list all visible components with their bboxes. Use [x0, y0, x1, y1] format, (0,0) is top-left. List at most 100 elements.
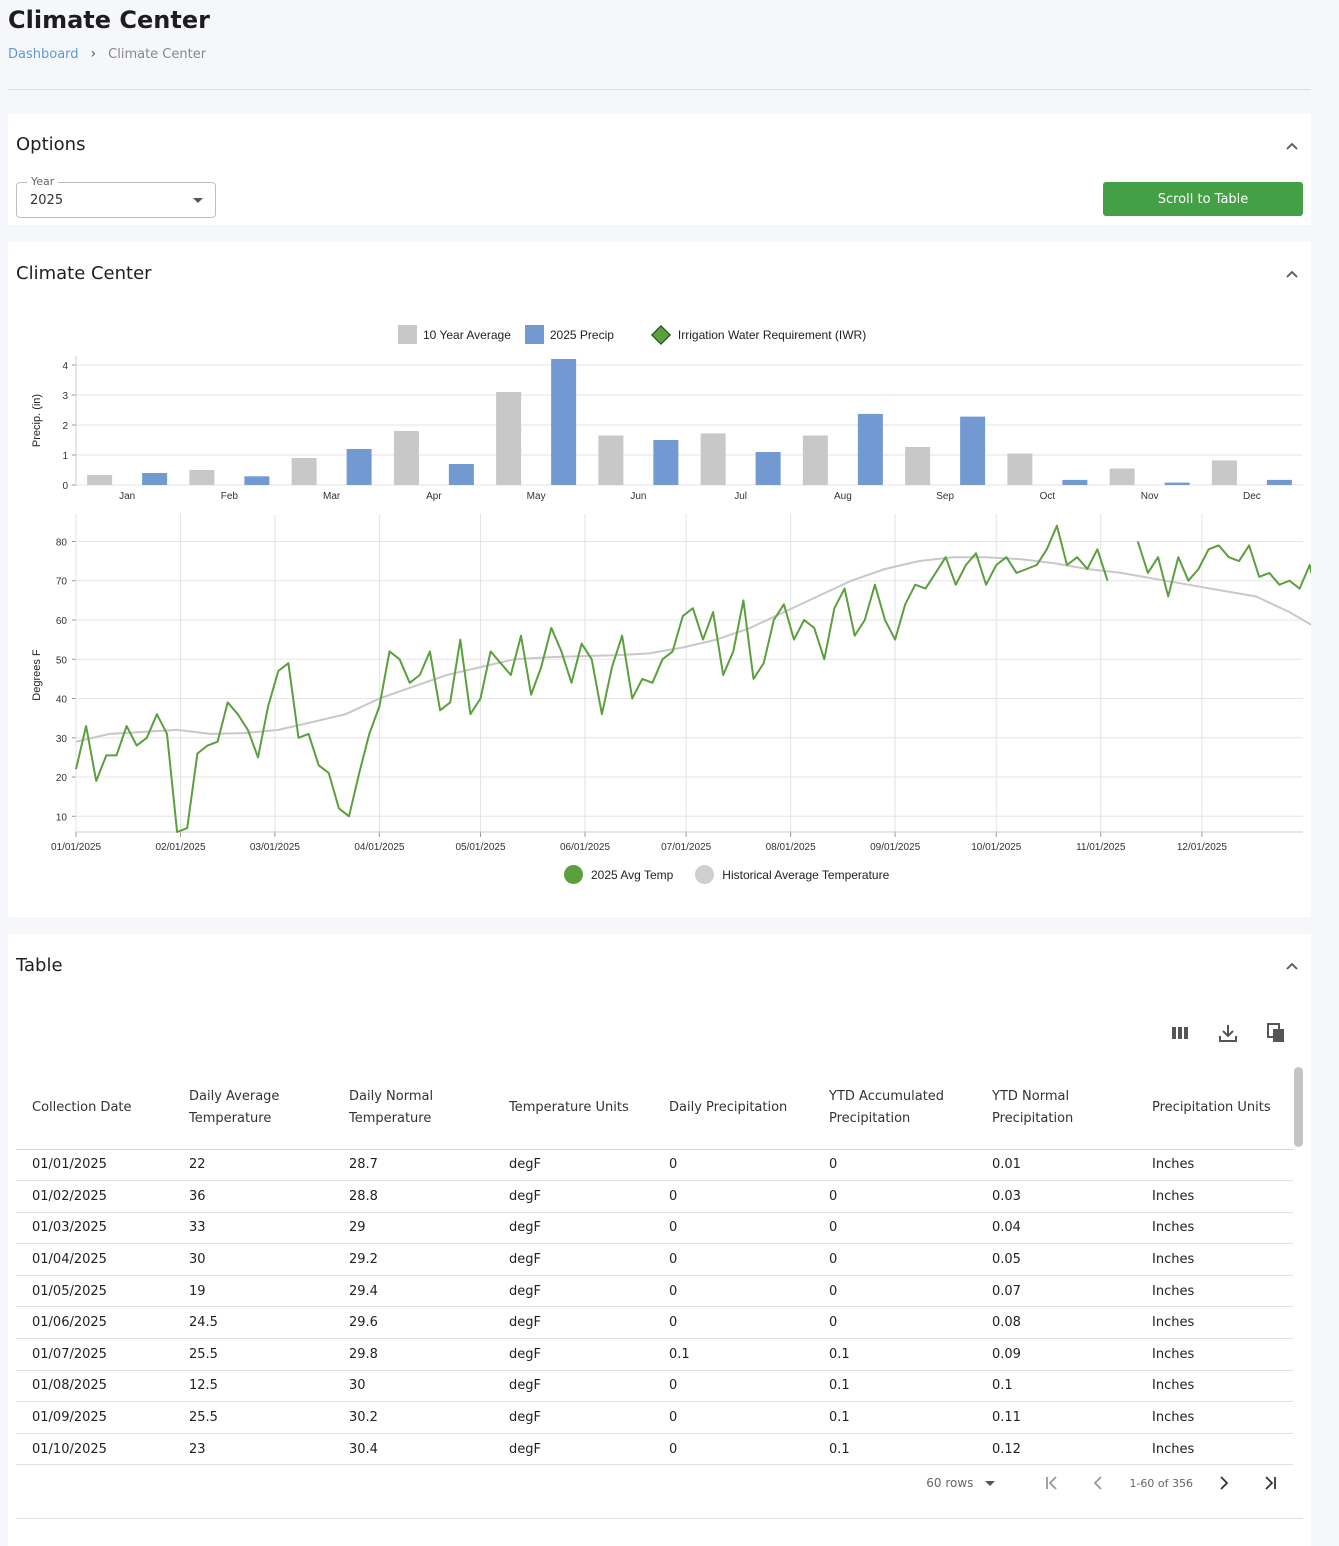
- y-axis-label: Degrees F: [31, 649, 43, 701]
- table-cell: 0: [813, 1149, 976, 1182]
- table-row[interactable]: 01/07/2025 25.5 29.8 degF 0.1 0.1 0.09 Inches: [16, 1338, 1293, 1371]
- climate-title: Climate Center: [16, 263, 152, 284]
- y-tick-label: 30: [56, 734, 68, 745]
- table-row[interactable]: 01/03/2025 33 29 degF 0 0 0.04 Inches: [16, 1212, 1293, 1245]
- last-page-icon[interactable]: [1261, 1474, 1279, 1492]
- year-select-value: 2025: [30, 193, 64, 208]
- y-tick-label: 10: [56, 812, 68, 823]
- legend-item[interactable]: 2025 Precip: [524, 325, 614, 344]
- table-cell: 0.07: [976, 1275, 1136, 1308]
- table-cell: 24.5: [173, 1306, 333, 1340]
- precip-bar: [802, 435, 828, 485]
- y-tick-label: 0: [62, 481, 68, 492]
- table-row[interactable]: 01/04/2025 30 29.2 degF 0 0 0.05 Inches: [16, 1243, 1293, 1276]
- table-pager: 60 rows 1-60 of 356: [926, 1474, 1293, 1492]
- column-header[interactable]: Daily Average Temperature: [173, 1069, 333, 1150]
- table-title: Table: [16, 955, 63, 976]
- legend-item[interactable]: Irrigation Water Requirement (IWR): [650, 324, 867, 345]
- table-cell: 01/10/2025: [16, 1433, 173, 1466]
- year-select[interactable]: Year 2025: [16, 175, 216, 218]
- rows-per-page-select[interactable]: 60 rows: [926, 1476, 996, 1490]
- precip-bar: [960, 416, 986, 485]
- breadcrumb-current: Climate Center: [108, 46, 207, 62]
- table-cell: Inches: [1136, 1180, 1293, 1213]
- column-header[interactable]: YTD Normal Precipitation: [976, 1069, 1136, 1150]
- table-cell: 25.5: [173, 1338, 333, 1371]
- chevron-up-icon[interactable]: [1285, 139, 1299, 153]
- precip-bar: [1164, 482, 1190, 485]
- table-cell: Inches: [1136, 1149, 1293, 1182]
- table-cell: 0.1: [813, 1401, 976, 1434]
- column-header[interactable]: Daily Precipitation: [653, 1069, 813, 1150]
- download-icon[interactable]: [1217, 1022, 1239, 1044]
- legend-item[interactable]: 10 Year Average: [398, 325, 511, 344]
- table-scrollbar[interactable]: [1294, 1067, 1303, 1147]
- table-cell: 0.01: [976, 1149, 1136, 1182]
- next-page-icon[interactable]: [1215, 1474, 1233, 1492]
- x-tick-label: 04/01/2025: [354, 842, 404, 853]
- table-cell: 30: [173, 1243, 333, 1276]
- table-cell: Inches: [1136, 1338, 1293, 1371]
- table-cell: 0: [653, 1243, 813, 1276]
- table-cell: 25.5: [173, 1401, 333, 1434]
- table-cell: 0.12: [976, 1433, 1136, 1466]
- column-header[interactable]: Temperature Units: [493, 1069, 653, 1150]
- table-cell: 01/07/2025: [16, 1338, 173, 1371]
- table-row[interactable]: 01/09/2025 25.5 30.2 degF 0 0.1 0.11 Inches: [16, 1401, 1293, 1434]
- rows-per-page-value: 60 rows: [926, 1476, 974, 1490]
- table-row[interactable]: 01/05/2025 19 29.4 degF 0 0 0.07 Inches: [16, 1275, 1293, 1308]
- column-header[interactable]: Precipitation Units: [1136, 1069, 1293, 1150]
- table-cell: 0: [813, 1275, 976, 1308]
- column-header[interactable]: YTD Accumulated Precipitation: [813, 1069, 976, 1150]
- y-tick-label: 4: [62, 361, 68, 372]
- copy-icon[interactable]: [1265, 1022, 1287, 1044]
- table-cell: 0.08: [976, 1306, 1136, 1340]
- column-header[interactable]: Daily Normal Temperature: [333, 1069, 493, 1150]
- precip-bar: [87, 475, 113, 485]
- precip-bar: [393, 431, 419, 485]
- legend-label: 2025 Avg Temp: [591, 867, 674, 882]
- precip-bar: [142, 473, 168, 485]
- x-tick-label: 09/01/2025: [870, 842, 920, 853]
- scroll-to-table-button[interactable]: Scroll to Table: [1103, 182, 1303, 216]
- x-tick-label: 08/01/2025: [766, 842, 816, 853]
- breadcrumb: Dashboard › Climate Center: [8, 46, 206, 62]
- table-row[interactable]: 01/08/2025 12.5 30 degF 0 0.1 0.1 Inches: [16, 1370, 1293, 1403]
- columns-icon[interactable]: [1169, 1022, 1191, 1044]
- previous-page-icon[interactable]: [1089, 1474, 1107, 1492]
- caret-down-icon: [193, 198, 203, 203]
- legend-item[interactable]: 2025 Avg Temp: [564, 865, 673, 884]
- table-cell: 0: [653, 1401, 813, 1434]
- year-select-label: Year: [27, 175, 59, 188]
- first-page-icon[interactable]: [1043, 1474, 1061, 1492]
- table-cell: 0: [653, 1306, 813, 1340]
- legend-swatch: [564, 865, 583, 884]
- column-header[interactable]: Collection Date: [16, 1069, 173, 1150]
- chevron-up-icon[interactable]: [1285, 959, 1299, 973]
- legend-label: 10 Year Average: [423, 327, 511, 342]
- table-cell: 36: [173, 1180, 333, 1213]
- table-cell: 01/04/2025: [16, 1243, 173, 1276]
- table-cell: 0: [653, 1433, 813, 1466]
- table-row[interactable]: 01/02/2025 36 28.8 degF 0 0 0.03 Inches: [16, 1180, 1293, 1213]
- table-cell: 33: [173, 1212, 333, 1245]
- table-cell: 30.4: [333, 1433, 493, 1466]
- table-row[interactable]: 01/01/2025 22 28.7 degF 0 0 0.01 Inches: [16, 1149, 1293, 1182]
- legend-label: Irrigation Water Requirement (IWR): [677, 327, 867, 342]
- legend-item[interactable]: Historical Average Temperature: [695, 865, 889, 884]
- table-cell: 0: [653, 1149, 813, 1182]
- precip-bar: [244, 476, 270, 485]
- table-row[interactable]: 01/06/2025 24.5 29.6 degF 0 0 0.08 Inches: [16, 1306, 1293, 1340]
- temperature-line-chart: 10 20 30 40 50 60 70 80 01/01/2025 02/01/2025 03/0…: [31, 514, 1311, 853]
- precip-bar: [755, 452, 781, 485]
- breadcrumb-dashboard-link[interactable]: Dashboard: [8, 47, 79, 62]
- header-divider: [8, 89, 1311, 90]
- table-row[interactable]: 01/10/2025 23 30.4 degF 0 0.1 0.12 Inches: [16, 1433, 1293, 1466]
- chevron-up-icon[interactable]: [1285, 267, 1299, 281]
- y-tick-label: 70: [56, 577, 68, 588]
- table-cell: degF: [493, 1306, 653, 1340]
- table-toolbar: [1143, 1022, 1287, 1044]
- table-cell: 01/05/2025: [16, 1275, 173, 1308]
- table-cell: 0: [813, 1243, 976, 1276]
- table-cell: degF: [493, 1401, 653, 1434]
